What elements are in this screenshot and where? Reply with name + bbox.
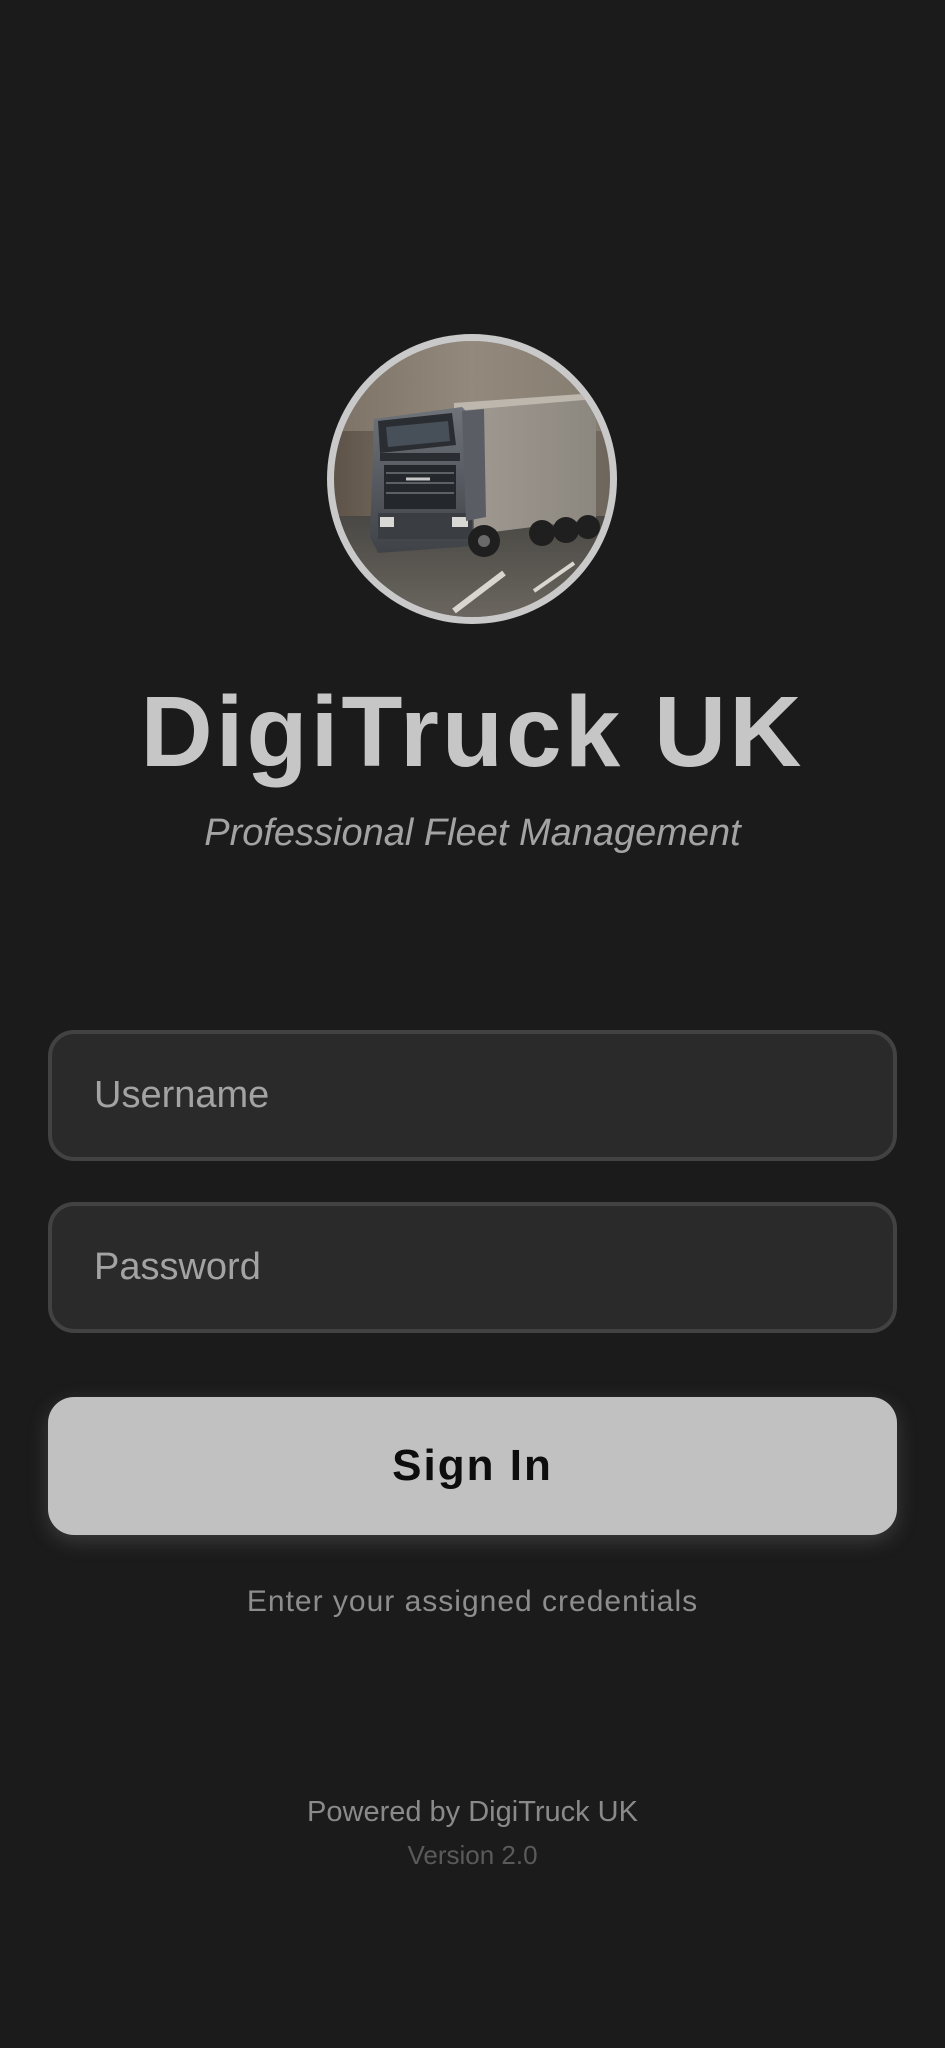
app-logo <box>327 334 617 624</box>
username-input[interactable] <box>52 1034 893 1157</box>
credentials-hint: Enter your assigned credentials <box>246 1585 699 1618</box>
password-input[interactable] <box>52 1206 893 1329</box>
app-subtitle: Professional Fleet Management <box>204 812 741 854</box>
username-field[interactable] <box>48 1030 897 1161</box>
app-title: DigiTruck UK <box>140 676 805 788</box>
sign-in-label: Sign In <box>392 1441 553 1490</box>
version-text: Version 2.0 <box>407 1840 538 1870</box>
sign-in-button[interactable]: Sign In <box>48 1397 897 1535</box>
powered-by-text: Powered by DigiTruck UK <box>307 1796 638 1828</box>
password-field[interactable] <box>48 1202 897 1333</box>
truck-photo-icon <box>334 341 610 617</box>
login-screen: DigiTruck UK Professional Fleet Manageme… <box>0 0 945 2048</box>
